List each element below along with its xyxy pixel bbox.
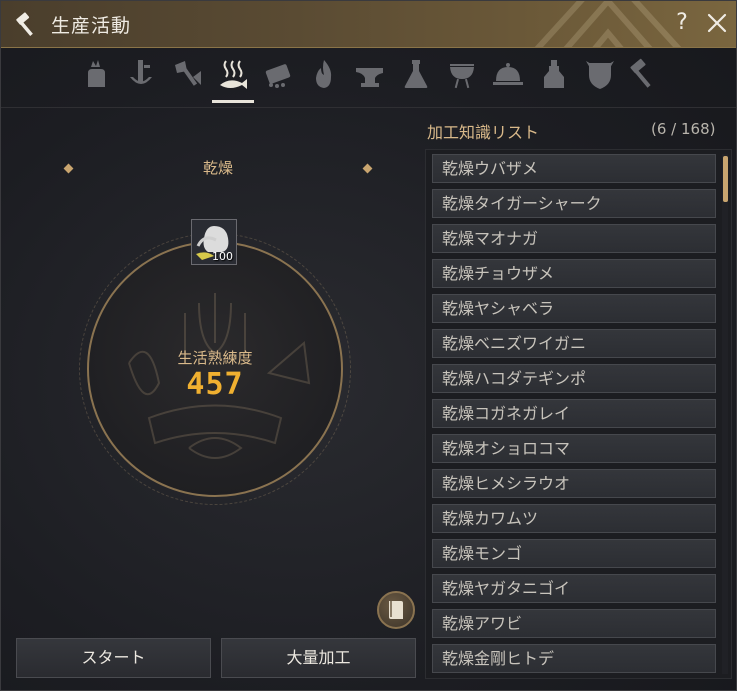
tab-grinding[interactable] [261,57,295,97]
cloche-icon [493,63,523,85]
list-item[interactable]: 乾燥マオナガ [432,224,716,253]
axe-icon [175,61,201,86]
tab-drying[interactable] [212,57,254,103]
material-quantity: 100 [212,250,233,263]
diamond-ornament-left [63,163,74,174]
steaming-fish-icon [220,60,247,89]
category-label: 乾燥 [202,159,233,177]
diamond-ornament-right [362,163,373,174]
book-icon [389,601,403,619]
flask-icon [404,60,428,88]
list-item[interactable]: 乾燥コガネガレイ [432,399,716,428]
knowledge-list-header: 加工知識リスト [427,123,540,142]
skill-value: 457 [186,367,244,402]
tab-imperial-alchemy[interactable] [537,57,571,97]
tab-grill[interactable] [445,57,479,97]
tab-anvil[interactable] [353,57,387,97]
list-scrollbar[interactable] [722,154,728,674]
hammer-icon [16,12,33,37]
list-item[interactable]: 乾燥ウバザメ [432,154,716,183]
tab-heating[interactable] [307,57,341,97]
scroll-thumb[interactable] [723,156,728,202]
list-item[interactable]: 乾燥チョウザメ [432,259,716,288]
processing-window: 生産活動 ? 乾燥 生活熟練度 457 100 スタート 大量加工 加工知識リス… [0,0,737,691]
tabs-divider [1,107,736,108]
knowledge-count: (6 / 168) [651,120,716,138]
tab-crafting[interactable] [627,57,661,97]
grinder-icon [265,64,291,88]
start-button[interactable]: スタート [16,638,211,678]
material-slot[interactable]: 100 [191,219,237,265]
list-item[interactable]: 乾燥モンゴ [432,539,716,568]
list-item[interactable]: 乾燥ヤシャベラ [432,294,716,323]
list-item[interactable]: 乾燥カワムツ [432,504,716,533]
tab-imperial-delivery[interactable] [583,57,617,97]
category-tabs [79,57,669,107]
skill-circle: 生活熟練度 457 [79,233,351,505]
list-item[interactable]: 乾燥アワビ [432,609,716,638]
close-icon[interactable] [703,9,731,37]
tab-chopping[interactable] [171,57,205,97]
tab-cooking[interactable] [491,57,525,97]
list-item[interactable]: 乾燥オショロコマ [432,434,716,463]
tab-gathering[interactable] [79,57,113,97]
tool-icon [130,60,152,84]
hammer-icon [630,58,651,88]
grill-icon [450,64,474,89]
potion-icon [544,60,564,88]
list-item[interactable]: 乾燥金剛ヒトデ [432,644,716,673]
list-item[interactable]: 乾燥ヤガタニゴイ [432,574,716,603]
knowledge-list[interactable]: 乾燥ウバザメ 乾燥タイガーシャーク 乾燥マオナガ 乾燥チョウザメ 乾燥ヤシャベラ… [425,149,732,679]
tab-alchemy[interactable] [399,57,433,97]
anvil-icon [356,68,383,87]
recipe-book-button[interactable] [377,591,415,629]
list-item[interactable]: 乾燥ヒメシラウオ [432,469,716,498]
title-bar[interactable]: 生産活動 ? [1,1,736,48]
window-title: 生産活動 [51,15,132,37]
list-item[interactable]: 乾燥ベニズワイガニ [432,329,716,358]
mass-process-button[interactable]: 大量加工 [221,638,416,678]
gathering-hand-icon [88,60,105,87]
list-item[interactable]: 乾燥ハコダテギンポ [432,364,716,393]
flame-icon [316,60,332,88]
emblem-icon [586,61,614,89]
help-button[interactable]: ? [671,9,693,37]
tab-alchemy-tools[interactable] [124,57,158,97]
list-item[interactable]: 乾燥タイガーシャーク [432,189,716,218]
skill-emblem: 生活熟練度 457 [87,241,343,497]
skill-label: 生活熟練度 [177,349,253,367]
